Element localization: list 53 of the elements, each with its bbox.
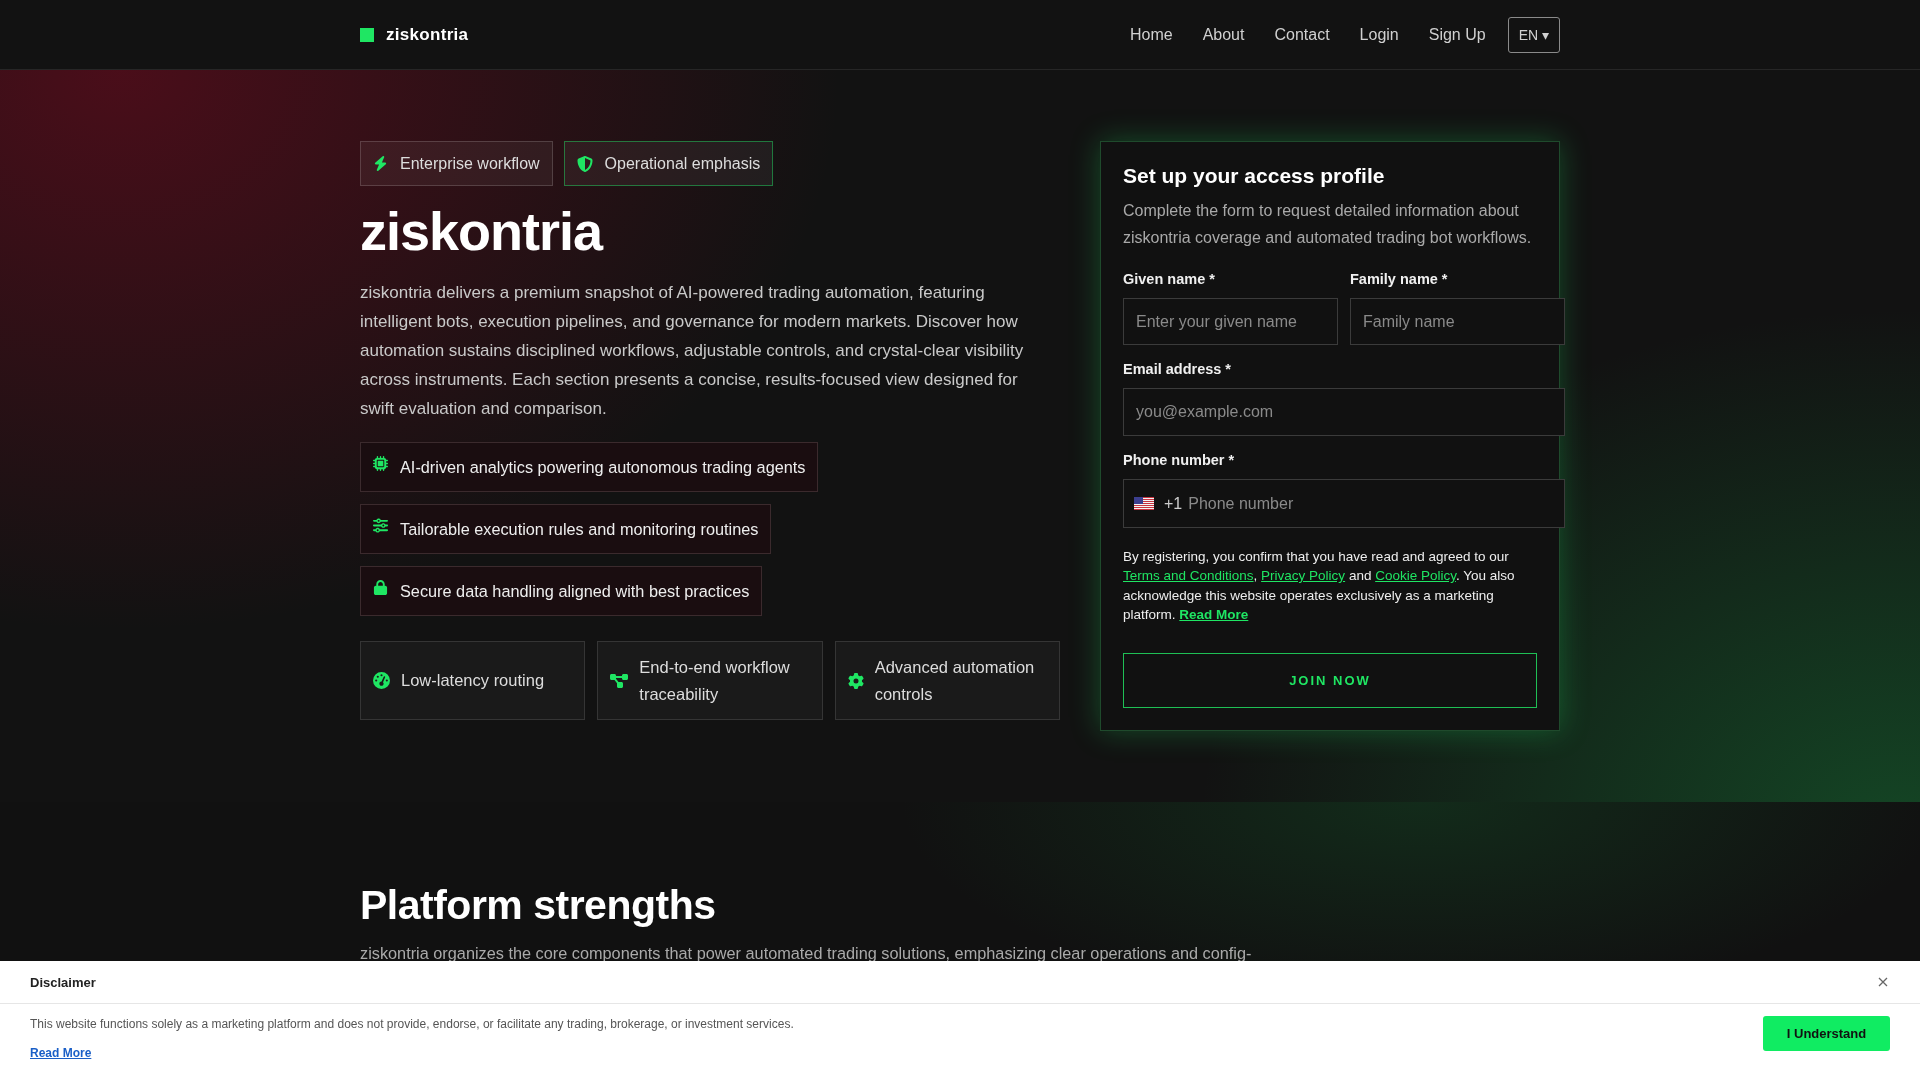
tag-label: Enterprise workflow: [400, 154, 540, 173]
logo-square-icon: [360, 27, 374, 42]
field-label: Phone number *: [1123, 451, 1235, 470]
nav-link[interactable]: Login: [1359, 25, 1399, 44]
email-input[interactable]: you@example.com: [1123, 388, 1565, 436]
close-icon: [1878, 977, 1888, 987]
sliders-icon: [373, 518, 388, 533]
policy-link[interactable]: Privacy Policy: [1261, 568, 1346, 584]
given-name-input[interactable]: Enter your given name: [1123, 298, 1338, 345]
chip-icon: [373, 456, 388, 471]
nav-link[interactable]: Sign Up: [1428, 25, 1486, 44]
gauge-icon: [373, 672, 390, 689]
diagram-icon: [610, 671, 629, 690]
phone-number-input[interactable]: Phone number: [1188, 488, 1554, 519]
read-more-link[interactable]: Read More: [1179, 607, 1249, 623]
phone-field[interactable]: +1 Phone number: [1123, 479, 1565, 528]
hero-title: ziskontria: [360, 200, 603, 262]
section-intro: ziskontria organizes the core components that power automated trading solutions, emphasizing clear operations and config-: [360, 943, 1252, 963]
nav-link[interactable]: Contact: [1274, 25, 1330, 44]
tag-label: Operational emphasis: [604, 154, 761, 173]
shield-icon: [576, 155, 593, 172]
policy-link[interactable]: Cookie Policy: [1375, 568, 1456, 584]
bolt-icon: [373, 156, 388, 171]
card-text: Low-latency routing: [401, 670, 545, 691]
close-button[interactable]: [1876, 975, 1890, 989]
brand-name: ziskontria: [386, 24, 469, 45]
policy-link[interactable]: Terms and Conditions: [1123, 568, 1254, 584]
understand-button[interactable]: I Understand: [1763, 1016, 1890, 1051]
join-button[interactable]: JOIN NOW: [1123, 652, 1537, 708]
nav-link[interactable]: Home: [1129, 25, 1173, 44]
card-text: Advanced automation controls: [874, 656, 1036, 705]
card-text: End-to-end workflow traceability: [639, 656, 791, 705]
field-label: Given name *: [1123, 270, 1215, 289]
form-title: Set up your access profile: [1123, 163, 1386, 189]
country-code: +1: [1164, 494, 1183, 513]
language-button[interactable]: EN ▾: [1507, 16, 1560, 53]
lock-icon: [373, 580, 388, 595]
flag-icon: [1134, 497, 1154, 510]
disclaimer-title: Disclaimer: [30, 974, 96, 990]
nav-link[interactable]: About: [1202, 25, 1245, 44]
section-title: Platform strengths: [360, 881, 716, 930]
hero-description: ziskontria delivers a premium snapshot of AI-powered trading automation, featuring intelligent bots, execution pipelines, and governance for modern markets. Discover how automation sustains disciplined workflows, adjustable controls, and crystal-clear visibility across instruments. Each section presents a concise, results-focused view designed for swift evaluation and comparison.: [360, 282, 1025, 420]
family-name-input[interactable]: Family name: [1350, 298, 1565, 345]
field-label: Email address *: [1123, 360, 1231, 379]
disclaimer-text: This website functions solely as a marketing platform and does not provide, endorse, or facilitate any trading, brokerage, or investment services.: [30, 1016, 794, 1032]
feature-text: Tailorable execution rules and monitoring routines: [400, 519, 759, 540]
consent-text: By registering, you confirm that you have read and agreed to our Terms and Conditions, Privacy Policy and Cookie Policy. You also acknowledge this website operates exclusively as a marketing platform. Read More: [1123, 548, 1516, 625]
feature-text: AI-driven analytics powering autonomous trading agents: [400, 457, 806, 478]
gear-icon: [847, 672, 864, 689]
form-subtitle: Complete the form to request detailed information about ziskontria coverage and automated trading bot workflows.: [1123, 201, 1533, 248]
read-more-link[interactable]: Read More: [30, 1045, 92, 1061]
field-label: Family name *: [1350, 270, 1448, 289]
feature-text: Secure data handling aligned with best practices: [400, 581, 750, 602]
